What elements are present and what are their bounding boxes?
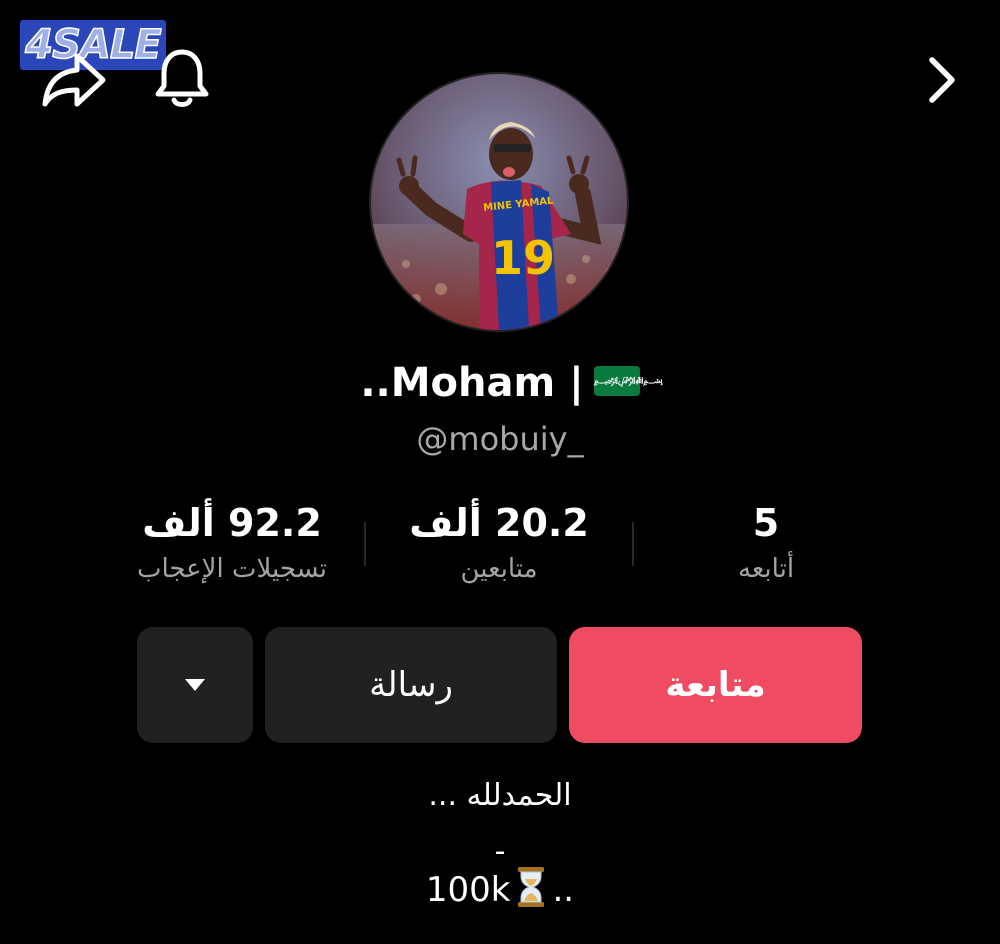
svg-text:19: 19	[491, 231, 555, 285]
bell-icon	[155, 49, 209, 107]
chevron-right-icon	[929, 57, 955, 103]
stat-followers-label: متابعين	[460, 554, 538, 584]
profile-avatar[interactable]: 19 MINE YAMAL	[371, 74, 627, 330]
share-arrow-icon	[42, 53, 106, 107]
bio-line-2: -	[494, 834, 506, 869]
stat-following-value: 5	[752, 501, 780, 545]
profile-display-name: ..Moham | ﷽	[300, 360, 700, 406]
more-options-button[interactable]	[137, 627, 253, 743]
avatar-image: 19 MINE YAMAL	[371, 74, 627, 330]
caret-down-icon	[185, 679, 205, 691]
profile-username: @mobuiy_	[416, 420, 584, 458]
stat-following[interactable]: 5 أتابعه	[616, 500, 916, 584]
notification-bell-button[interactable]	[148, 42, 216, 114]
bio-line-3-count: 100k	[425, 870, 511, 910]
message-button[interactable]: رسالة	[265, 627, 557, 743]
back-button[interactable]	[912, 50, 972, 110]
stat-likes[interactable]: 92.2 ألف تسجيلات الإعجاب	[82, 500, 382, 584]
bio-line-3-suffix: ..	[552, 870, 575, 910]
display-name-text: ..Moham |	[360, 360, 584, 406]
stat-likes-label: تسجيلات الإعجاب	[136, 554, 328, 584]
hourglass-icon	[516, 866, 546, 917]
saudi-flag-icon: ﷽	[593, 366, 663, 396]
share-button[interactable]	[38, 46, 110, 114]
follow-button[interactable]: متابعة	[569, 627, 862, 743]
stat-followers[interactable]: 20.2 ألف متابعين	[349, 500, 649, 584]
stat-likes-value: 92.2 ألف	[142, 501, 322, 545]
bio-line-3: 100k ..	[0, 866, 1000, 917]
bio-line-1: الحمدلله ...	[428, 778, 572, 813]
stat-following-label: أتابعه	[737, 554, 795, 584]
stat-followers-value: 20.2 ألف	[409, 501, 589, 545]
